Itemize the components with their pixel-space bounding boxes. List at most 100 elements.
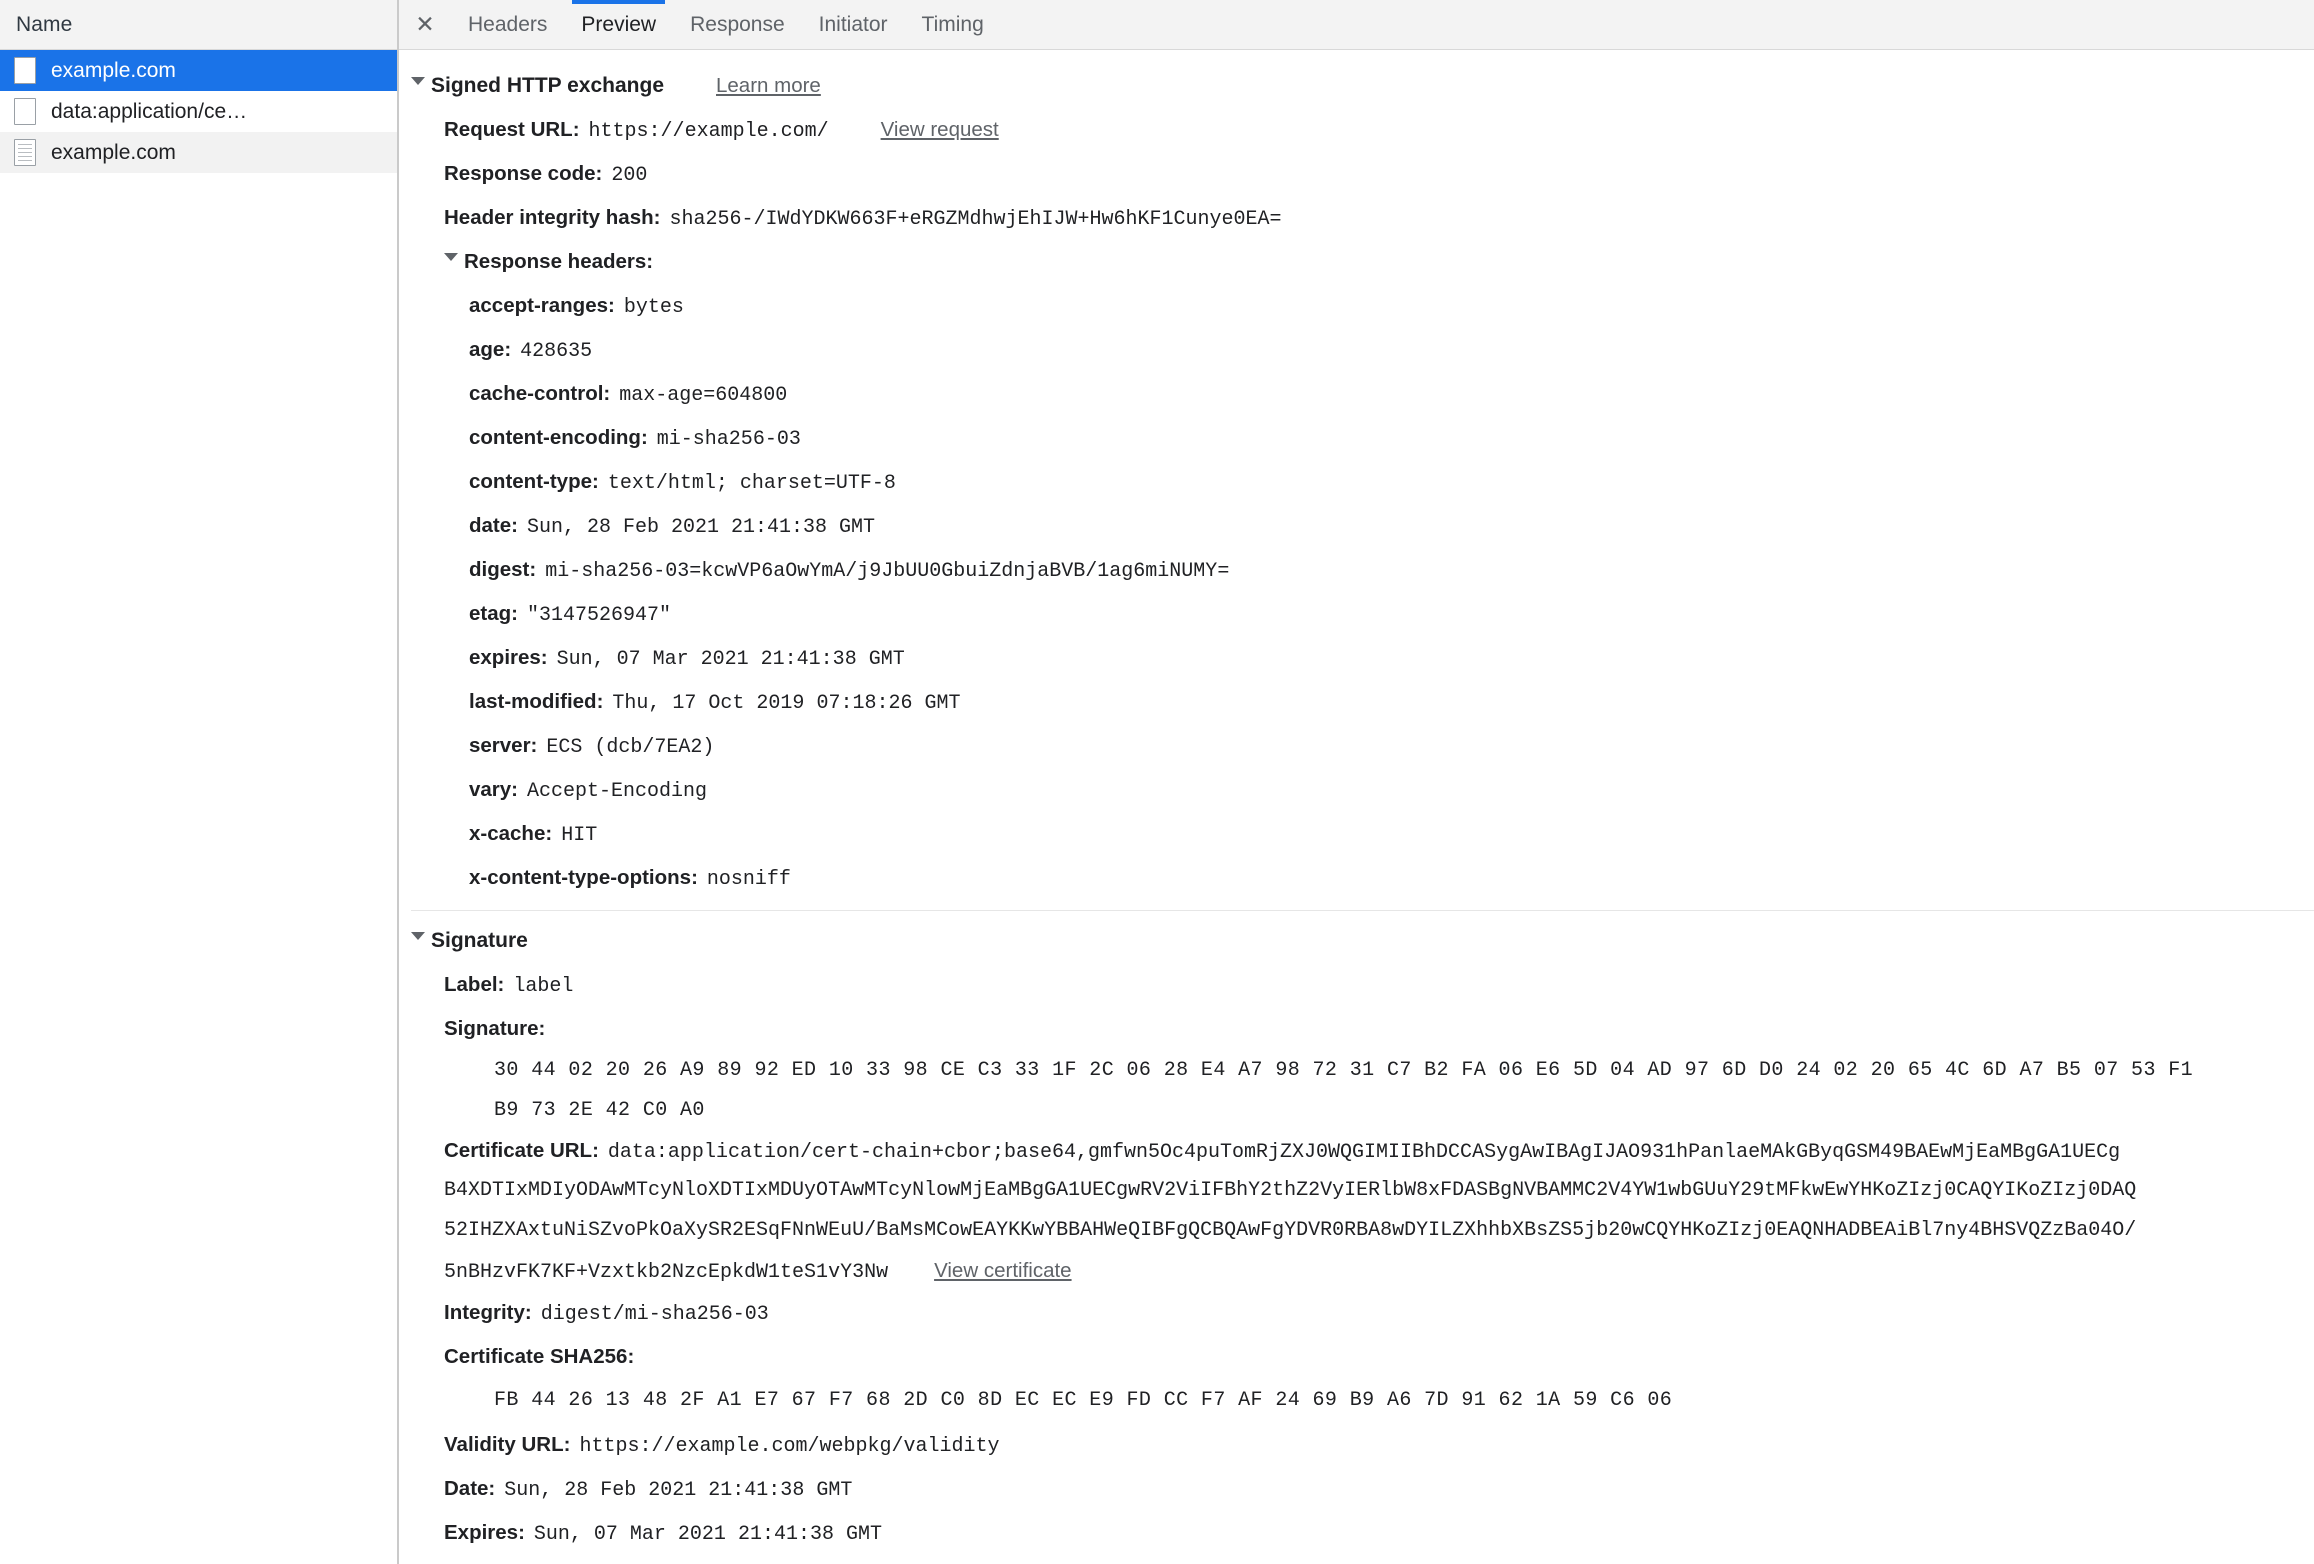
expires-value: Sun, 07 Mar 2021 21:41:38 GMT	[533, 1523, 882, 1546]
validity-url-key: Validity URL:	[444, 1433, 571, 1456]
header-name: content-encoding:	[469, 426, 648, 449]
header-name: etag:	[469, 602, 518, 625]
integrity-key: Integrity:	[444, 1301, 532, 1324]
chevron-down-icon[interactable]	[411, 932, 425, 945]
signature-bytes-header: Signature:	[399, 1007, 2314, 1051]
list-item[interactable]: example.com	[0, 50, 397, 91]
devtools-network-panel: Name example.com data:application/ce… ex…	[0, 0, 2314, 1564]
header-value: mi-sha256-03	[656, 428, 801, 451]
chevron-down-icon[interactable]	[444, 253, 458, 266]
response-code-key: Response code:	[444, 162, 603, 185]
response-code-value: 200	[611, 164, 648, 187]
header-value: 428635	[520, 340, 593, 363]
signature-label-row: Label: label	[399, 963, 2314, 1007]
certificate-url-row-cont: 5nBHzvFK7KF+Vzxtkb2NzcEpkdW1teS1vY3Nw Vi…	[399, 1251, 2314, 1291]
view-request-link[interactable]: View request	[881, 108, 999, 152]
header-row: content-encoding: mi-sha256-03	[399, 416, 2314, 460]
chevron-down-icon[interactable]	[411, 77, 425, 90]
signature-expires-row: Expires: Sun, 07 Mar 2021 21:41:38 GMT	[399, 1511, 2314, 1555]
label-value: label	[513, 975, 574, 998]
list-item-label: example.com	[51, 58, 176, 82]
header-row: age: 428635	[399, 328, 2314, 372]
list-item[interactable]: example.com	[0, 132, 397, 173]
certificate-url-line-4: 5nBHzvFK7KF+Vzxtkb2NzcEpkdW1teS1vY3Nw	[444, 1261, 889, 1284]
signature-bytes-line: B9 73 2E 42 C0 A0	[399, 1091, 2314, 1131]
tab-preview[interactable]: Preview	[564, 0, 673, 49]
response-headers-title: Response headers:	[464, 250, 654, 273]
tab-initiator[interactable]: Initiator	[802, 0, 905, 49]
signature-section-header[interactable]: Signature	[399, 919, 2314, 963]
header-name: age:	[469, 338, 512, 361]
header-value: Sun, 28 Feb 2021 21:41:38 GMT	[526, 516, 876, 539]
tab-headers[interactable]: Headers	[451, 0, 564, 49]
section-title: Signed HTTP exchange	[431, 74, 664, 97]
request-url-row: Request URL: https://example.com/ View r…	[399, 108, 2314, 152]
close-icon[interactable]: ✕	[399, 0, 451, 49]
list-item-label: data:application/ce…	[51, 99, 248, 123]
certificate-url-line-3: 52IHZXAxtuNiSZvoPkOaXySR2ESqFNnWEuU/BaMs…	[444, 1219, 2137, 1242]
document-page-icon	[14, 139, 36, 166]
header-row: content-type: text/html; charset=UTF-8	[399, 460, 2314, 504]
header-row: accept-ranges: bytes	[399, 284, 2314, 328]
header-name: vary:	[469, 778, 519, 801]
preview-content: Signed HTTP exchange Learn more Request …	[399, 50, 2314, 1564]
integrity-value: digest/mi-sha256-03	[540, 1303, 769, 1326]
header-integrity-key: Header integrity hash:	[444, 206, 661, 229]
column-header-name: Name	[16, 12, 73, 36]
blank-page-icon	[14, 57, 36, 84]
header-name: x-cache:	[469, 822, 553, 845]
header-value: Thu, 17 Oct 2019 07:18:26 GMT	[612, 692, 961, 715]
tab-timing[interactable]: Timing	[905, 0, 1001, 49]
learn-more-link[interactable]: Learn more	[716, 64, 821, 108]
header-row: x-cache: HIT	[399, 812, 2314, 856]
request-detail-panel: ✕ Headers Preview Response Initiator Tim…	[399, 0, 2314, 1564]
signed-http-exchange-section-header[interactable]: Signed HTTP exchange Learn more	[399, 64, 2314, 108]
header-name: server:	[469, 734, 538, 757]
header-integrity-row: Header integrity hash: sha256-/IWdYDKW66…	[399, 196, 2314, 240]
signature-key: Signature:	[444, 1017, 546, 1040]
request-url-value: https://example.com/	[588, 120, 829, 143]
detail-tabbar: ✕ Headers Preview Response Initiator Tim…	[399, 0, 2314, 50]
request-list-header: Name	[0, 0, 397, 50]
validity-url-value: https://example.com/webpkg/validity	[579, 1435, 1000, 1458]
blank-page-icon	[14, 98, 36, 125]
certificate-url-row-cont: B4XDTIxMDIyODAwMTcyNloXDTIxMDUyOTAwMTcyN…	[399, 1171, 2314, 1211]
signature-bytes-line: 30 44 02 20 26 A9 89 92 ED 10 33 98 CE C…	[399, 1051, 2314, 1091]
header-value: max-age=604800	[619, 384, 788, 407]
header-row: date: Sun, 28 Feb 2021 21:41:38 GMT	[399, 504, 2314, 548]
header-row: server: ECS (dcb/7EA2)	[399, 724, 2314, 768]
header-name: cache-control:	[469, 382, 611, 405]
header-row: cache-control: max-age=604800	[399, 372, 2314, 416]
integrity-row: Integrity: digest/mi-sha256-03	[399, 1291, 2314, 1335]
expires-key: Expires:	[444, 1521, 525, 1544]
header-value: mi-sha256-03=kcwVP6aOwYmA/j9JbUU0GbuiZdn…	[545, 560, 1230, 583]
label-key: Label:	[444, 973, 505, 996]
request-list-panel: Name example.com data:application/ce… ex…	[0, 0, 399, 1564]
response-headers-section-header[interactable]: Response headers:	[399, 240, 2314, 284]
header-value: text/html; charset=UTF-8	[607, 472, 896, 495]
header-row: etag: "3147526947"	[399, 592, 2314, 636]
tab-response[interactable]: Response	[673, 0, 802, 49]
header-value: HIT	[561, 824, 598, 847]
header-row: x-content-type-options: nosniff	[399, 856, 2314, 900]
view-certificate-link[interactable]: View certificate	[934, 1251, 1071, 1291]
list-item[interactable]: data:application/ce…	[0, 91, 397, 132]
header-name: accept-ranges:	[469, 294, 615, 317]
header-name: date:	[469, 514, 518, 537]
section-title: Signature	[431, 929, 528, 952]
section-divider	[411, 910, 2314, 911]
certificate-sha256-header: Certificate SHA256:	[399, 1335, 2314, 1379]
header-value: Sun, 07 Mar 2021 21:41:38 GMT	[556, 648, 905, 671]
header-name: digest:	[469, 558, 537, 581]
header-name: content-type:	[469, 470, 599, 493]
header-value: ECS (dcb/7EA2)	[546, 736, 715, 759]
certificate-url-row-cont: 52IHZXAxtuNiSZvoPkOaXySR2ESqFNnWEuU/BaMs…	[399, 1211, 2314, 1251]
header-value: "3147526947"	[526, 604, 672, 627]
header-integrity-value: sha256-/IWdYDKW663F+eRGZMdhwjEhIJW+Hw6hK…	[669, 208, 1282, 231]
certificate-url-key: Certificate URL:	[444, 1139, 599, 1162]
header-row: expires: Sun, 07 Mar 2021 21:41:38 GMT	[399, 636, 2314, 680]
certificate-sha256-value: FB 44 26 13 48 2F A1 E7 67 F7 68 2D C0 8…	[494, 1389, 1673, 1412]
header-name: x-content-type-options:	[469, 866, 698, 889]
header-name: expires:	[469, 646, 548, 669]
signature-date-row: Date: Sun, 28 Feb 2021 21:41:38 GMT	[399, 1467, 2314, 1511]
